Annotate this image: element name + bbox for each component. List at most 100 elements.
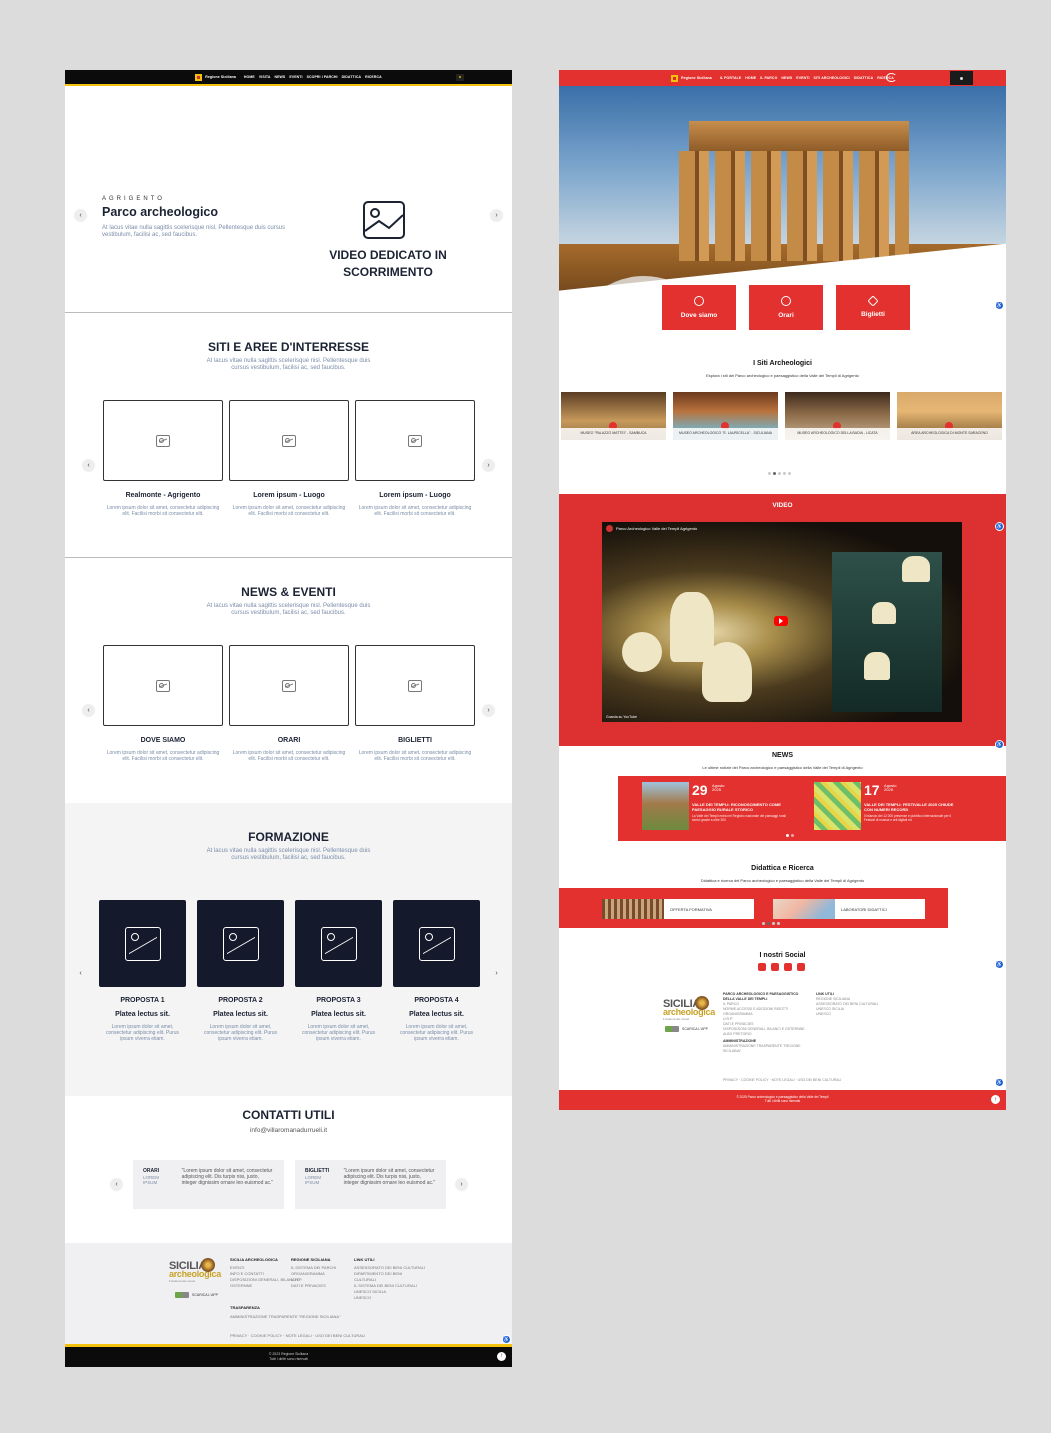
wf-brand[interactable]: Regione Siciliana	[195, 73, 236, 81]
instagram-icon[interactable]	[784, 963, 792, 971]
rd-menu-portale[interactable]: IL PORTALE	[720, 76, 741, 80]
watch-on-youtube[interactable]: Guarda su YouTube	[606, 715, 637, 719]
rd-menu-didattica[interactable]: DIDATTICA	[854, 76, 874, 80]
siti-card-text: Lorem ipsum dolor sit amet, consectetur …	[106, 505, 220, 517]
siti-prev-arrow-icon[interactable]: ‹	[83, 460, 94, 471]
app-download-link[interactable]: SCARICA L'APP	[665, 1026, 708, 1032]
logo-sub: archeologica	[663, 1007, 715, 1017]
news-card-text: Lorem ipsum dolor sit amet, consectetur …	[358, 750, 472, 762]
theme-toggle-button[interactable]	[456, 74, 464, 81]
youtube-player[interactable]: Parco Archeologico Valle dei Templi Agri…	[602, 522, 962, 722]
hero-next-arrow-icon[interactable]: ›	[491, 210, 502, 221]
accessibility-icon[interactable]: ♿	[995, 1078, 1004, 1087]
news-card[interactable]: DOVE SIAMO Lorem ipsum dolor sit amet, co…	[103, 645, 223, 762]
proposta-title: Platea lectus sit.	[115, 1011, 170, 1018]
accessibility-icon[interactable]: ♿	[995, 740, 1004, 749]
hero-title: Parco archeologico	[102, 205, 219, 219]
wf-menu-home[interactable]: HOME	[244, 75, 255, 79]
accessibility-icon[interactable]: ♿	[995, 301, 1004, 310]
rd-footer: SICILIA archeologica il sistema dei muse…	[559, 990, 1006, 1090]
proposta-card[interactable]: PROPOSTA 2 Platea lectus sit. Lorem ipsum …	[197, 900, 284, 1042]
didattica-item[interactable]: OFFERTA FORMATIVA	[602, 899, 754, 919]
site-card[interactable]: AREA ARCHEOLOGICA DI MONTE SARACENO	[897, 392, 1002, 440]
biglietti-button[interactable]: Biglietti	[836, 285, 910, 330]
site-card[interactable]: MUSEO "PALAZZO MATTEI" - SAMBUCA	[561, 392, 666, 440]
wf-menu-parchi[interactable]: SCOPRI I PARCHI	[307, 75, 338, 79]
rd-menu-parco[interactable]: IL PARCO	[760, 76, 777, 80]
wf-news-section: NEWS & EVENTI At lacus vitae nulla sagit…	[65, 558, 512, 803]
footer-link[interactable]: ALBO PRETORIO	[723, 1032, 807, 1037]
news-prev-arrow-icon[interactable]: ‹	[83, 705, 94, 716]
rd-menu-siti[interactable]: SITI ARCHEOLOGICI	[814, 76, 850, 80]
hero-prev-arrow-icon[interactable]: ‹	[75, 210, 86, 221]
news-carousel: 29 Agosto 2025 VALLE DEI TEMPLI: RICONOSC…	[618, 776, 1006, 841]
wf-menu-news[interactable]: NEWS	[274, 75, 285, 79]
wf-menu-eventi[interactable]: EVENTI	[289, 75, 302, 79]
site-card-label: AREA ARCHEOLOGICA DI MONTE SARACENO	[897, 428, 1002, 440]
play-button-icon[interactable]	[774, 616, 788, 626]
footer-link[interactable]: UNESCO	[816, 1012, 878, 1017]
hero-text: At lacus vitae nulla sagittis scelerisqu…	[102, 225, 286, 238]
news-item[interactable]: 17 Agosto 2025 VALLE DEI TEMPLI: FESTIVAL…	[814, 782, 959, 830]
siti-card[interactable]: Lorem ipsum - Luogo Lorem ipsum dolor sit…	[229, 400, 349, 517]
dove-siamo-button[interactable]: Dove siamo	[662, 285, 736, 330]
didattica-item-label: LABORATORI DIDATTICI	[841, 906, 887, 912]
news-card[interactable]: ORARI Lorem ipsum dolor sit amet, consect…	[229, 645, 349, 762]
site-card[interactable]: MUSEO ARCHEOLOGICO "E. LAURICELLA" - SIC…	[673, 392, 778, 440]
footer-link[interactable]: DATI E PRIVACIES	[291, 1283, 336, 1289]
rd-brand[interactable]: Regione Siciliana	[671, 74, 712, 82]
rd-menu-home[interactable]: HOME	[745, 76, 756, 80]
siti-card[interactable]: Realmonte - Agrigento Lorem ipsum dolor s…	[103, 400, 223, 517]
siti-next-arrow-icon[interactable]: ›	[483, 460, 494, 471]
parco-logo-icon[interactable]	[886, 73, 897, 82]
news-item[interactable]: 29 Agosto 2025 VALLE DEI TEMPLI: RICONOSC…	[642, 782, 787, 830]
twitter-icon[interactable]	[758, 963, 766, 971]
news-day: 17	[864, 782, 880, 798]
didattica-item[interactable]: LABORATORI DIDATTICI	[773, 899, 925, 919]
formazione-next-arrow-icon[interactable]: ›	[491, 968, 502, 979]
sicilia-archeologica-logo[interactable]: SICILIA archeologica il sistema dei muse…	[169, 1258, 221, 1283]
site-card[interactable]: MUSEO ARCHEOLOGICO DELLA BADIA - LICATA	[785, 392, 890, 440]
accessibility-icon[interactable]: ♿	[995, 522, 1004, 531]
siti-section-title: I Siti Archeologici	[753, 360, 812, 367]
contatti-prev-arrow-icon[interactable]: ‹	[111, 1179, 122, 1190]
formazione-prev-arrow-icon[interactable]: ‹	[75, 968, 86, 979]
contatti-email[interactable]: info@villaromanadurrueli.it	[199, 1127, 379, 1134]
wf-menu-visita[interactable]: VISITA	[259, 75, 271, 79]
footer-legal-links[interactable]: PRIVACY · COOKIE POLICY · NOTE LEGALI · …	[230, 1333, 365, 1339]
siti-card[interactable]: Lorem ipsum - Luogo Lorem ipsum dolor sit…	[355, 400, 475, 517]
didattica-carousel-dots[interactable]	[762, 922, 780, 925]
proposta-card[interactable]: PROPOSTA 3 Platea lectus sit. Lorem ipsum …	[295, 900, 382, 1042]
wf-menu-ricerca[interactable]: RICERCA	[365, 75, 382, 79]
rd-menu-eventi[interactable]: EVENTI	[796, 76, 809, 80]
siti-carousel-dots[interactable]	[768, 472, 791, 475]
app-download-link[interactable]: SCARICA L'APP	[175, 1292, 218, 1298]
contatti-title: CONTATTI UTILI	[242, 1108, 335, 1122]
accessibility-icon[interactable]: ♿	[995, 960, 1004, 969]
sicilia-archeologica-logo[interactable]: SICILIA archeologica il sistema dei muse…	[663, 996, 715, 1021]
wf-menu-didattica[interactable]: DIDATTICA	[342, 75, 362, 79]
facebook-icon[interactable]	[771, 963, 779, 971]
accessibility-icon[interactable]: ♿	[502, 1335, 511, 1344]
footer-link[interactable]: AMMINISTRAZIONE TRASPARENTE "REGIONE SIC…	[230, 1314, 341, 1320]
site-card-label: MUSEO ARCHEOLOGICO DELLA BADIA - LICATA	[785, 428, 890, 440]
logo-tag: il sistema dei musei	[663, 1017, 690, 1021]
news-carousel-dots[interactable]	[786, 834, 794, 837]
proposta-card[interactable]: PROPOSTA 4 Platea lectus sit. Lorem ipsum …	[393, 900, 480, 1042]
theme-toggle-button[interactable]	[950, 71, 973, 85]
proposta-card[interactable]: PROPOSTA 1 Platea lectus sit. Lorem ipsum …	[99, 900, 186, 1042]
orari-button[interactable]: Orari	[749, 285, 823, 330]
news-year: 2025	[712, 787, 721, 792]
footer-legal-links[interactable]: PRIVACY · COOKIE POLICY · NOTE LEGALI · …	[723, 1078, 841, 1083]
news-next-arrow-icon[interactable]: ›	[483, 705, 494, 716]
scroll-top-icon[interactable]: ↑	[991, 1095, 1000, 1104]
footer-link[interactable]: OSTERNNE	[230, 1283, 300, 1289]
footer-link[interactable]: UNESCO	[354, 1295, 425, 1301]
rd-menu-news[interactable]: NEWS	[781, 76, 792, 80]
youtube-icon[interactable]	[797, 963, 805, 971]
scroll-top-icon[interactable]: ↑	[497, 1352, 506, 1361]
footer-link[interactable]: AMMINISTRAZIONE TRASPARENTE "REGIONE SIC…	[723, 1044, 807, 1054]
clock-icon	[781, 296, 791, 306]
contatti-next-arrow-icon[interactable]: ›	[456, 1179, 467, 1190]
news-card[interactable]: BIGLIETTI Lorem ipsum dolor sit amet, con…	[355, 645, 475, 762]
